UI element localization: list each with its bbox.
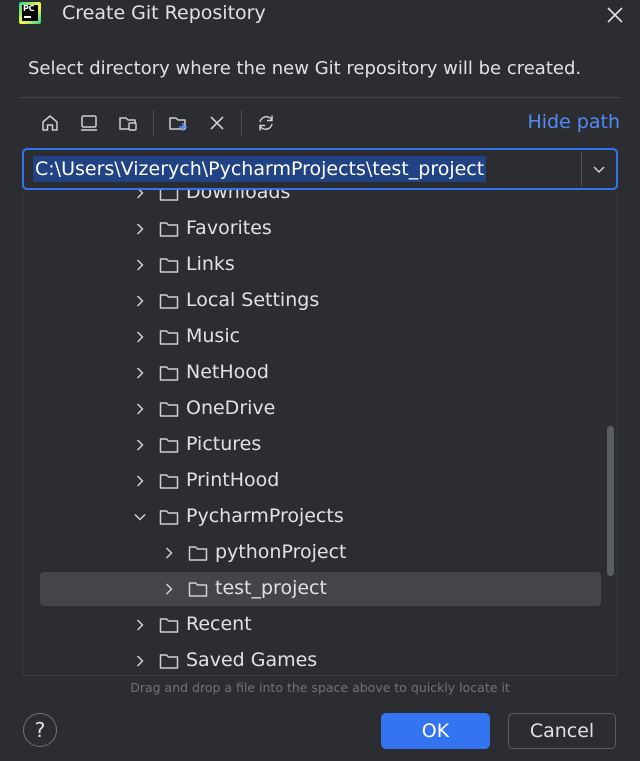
folder-icon bbox=[158, 254, 180, 276]
tree-row[interactable]: PrintHood bbox=[23, 464, 617, 498]
folder-icon bbox=[158, 190, 180, 204]
tree-row[interactable]: Recent bbox=[23, 608, 617, 642]
title-bar: PC Create Git Repository bbox=[0, 0, 640, 30]
folder-icon bbox=[158, 434, 180, 456]
tree-row[interactable]: Pictures bbox=[23, 428, 617, 462]
tree-row-label: Favorites bbox=[186, 217, 272, 239]
folder-icon bbox=[187, 542, 209, 564]
drag-drop-hint: Drag and drop a file into the space abov… bbox=[130, 680, 510, 695]
directory-tree[interactable]: Downloads Favorites Links Local Settings Mus… bbox=[22, 190, 618, 676]
tree-row[interactable]: Saved Games bbox=[23, 644, 617, 675]
dialog-subtitle: Select directory where the new Git repos… bbox=[28, 58, 582, 79]
home-icon[interactable] bbox=[37, 110, 63, 136]
close-icon[interactable] bbox=[604, 4, 626, 26]
path-input[interactable]: C:\Users\Vizerych\PycharmProjects\test_p… bbox=[22, 148, 618, 190]
tree-row[interactable]: Links bbox=[23, 248, 617, 282]
toolbar-separator bbox=[241, 110, 242, 136]
folder-icon bbox=[158, 506, 180, 528]
tree-row-label: NetHood bbox=[186, 361, 269, 383]
folder-icon bbox=[158, 614, 180, 636]
tree-row-label: Links bbox=[186, 253, 235, 275]
tree-row-label: Pictures bbox=[186, 433, 262, 455]
folder-icon bbox=[158, 470, 180, 492]
chevron-right-icon[interactable] bbox=[132, 293, 148, 309]
tree-row-label: test_project bbox=[215, 577, 327, 599]
folder-icon bbox=[187, 578, 209, 600]
tree-row[interactable]: NetHood bbox=[23, 356, 617, 390]
tree-row[interactable]: Favorites bbox=[23, 212, 617, 246]
chevron-right-icon[interactable] bbox=[132, 190, 148, 201]
app-icon-text: PC bbox=[23, 4, 35, 13]
chevron-right-icon[interactable] bbox=[132, 401, 148, 417]
folder-icon bbox=[158, 326, 180, 348]
tree-row-label: PrintHood bbox=[186, 469, 280, 491]
toolbar-separator bbox=[153, 110, 154, 136]
pycharm-icon: PC bbox=[19, 2, 41, 24]
tree-row[interactable]: OneDrive bbox=[23, 392, 617, 426]
refresh-icon[interactable] bbox=[253, 110, 279, 136]
tree-row-label: Music bbox=[186, 325, 241, 347]
folder-icon bbox=[158, 290, 180, 312]
chevron-down-icon[interactable] bbox=[589, 159, 609, 179]
chevron-right-icon[interactable] bbox=[132, 257, 148, 273]
help-button[interactable]: ? bbox=[23, 713, 57, 747]
tree-row-label: OneDrive bbox=[186, 397, 276, 419]
delete-icon[interactable] bbox=[204, 110, 230, 136]
folder-icon bbox=[158, 362, 180, 384]
chevron-right-icon[interactable] bbox=[132, 329, 148, 345]
divider bbox=[20, 97, 620, 98]
chevron-right-icon[interactable] bbox=[161, 581, 177, 597]
tree-row-label: Downloads bbox=[186, 190, 291, 203]
tree-row[interactable]: Downloads bbox=[23, 190, 617, 210]
chevron-right-icon[interactable] bbox=[161, 545, 177, 561]
chevron-right-icon[interactable] bbox=[132, 437, 148, 453]
new-folder-icon[interactable] bbox=[165, 110, 191, 136]
dialog-title: Create Git Repository bbox=[62, 2, 266, 24]
folder-icon bbox=[158, 218, 180, 240]
chevron-right-icon[interactable] bbox=[132, 365, 148, 381]
tree-row[interactable]: Music bbox=[23, 320, 617, 354]
desktop-icon[interactable] bbox=[76, 110, 102, 136]
project-folder-icon[interactable] bbox=[115, 110, 141, 136]
tree-row[interactable]: Local Settings bbox=[23, 284, 617, 318]
tree-row-label: PycharmProjects bbox=[186, 505, 344, 527]
tree-row-label: Saved Games bbox=[186, 649, 318, 671]
tree-row[interactable]: PycharmProjects bbox=[23, 500, 617, 534]
cancel-button[interactable]: Cancel bbox=[508, 713, 616, 749]
path-input-value[interactable]: C:\Users\Vizerych\PycharmProjects\test_p… bbox=[33, 156, 487, 182]
chevron-down-icon[interactable] bbox=[132, 509, 148, 525]
hide-path-link[interactable]: Hide path bbox=[527, 111, 620, 133]
chevron-right-icon[interactable] bbox=[132, 473, 148, 489]
chevron-right-icon[interactable] bbox=[132, 617, 148, 633]
folder-icon bbox=[158, 398, 180, 420]
ok-button[interactable]: OK bbox=[381, 713, 490, 749]
folder-icon bbox=[158, 650, 180, 672]
chevron-right-icon[interactable] bbox=[132, 221, 148, 237]
tree-row-label: Local Settings bbox=[186, 289, 320, 311]
tree-row-label: Recent bbox=[186, 613, 252, 635]
tree-row[interactable]: test_project bbox=[23, 572, 617, 606]
tree-row-label: pythonProject bbox=[215, 541, 347, 563]
tree-row[interactable]: pythonProject bbox=[23, 536, 617, 570]
chevron-right-icon[interactable] bbox=[132, 653, 148, 669]
path-dropdown-separator bbox=[581, 152, 582, 186]
